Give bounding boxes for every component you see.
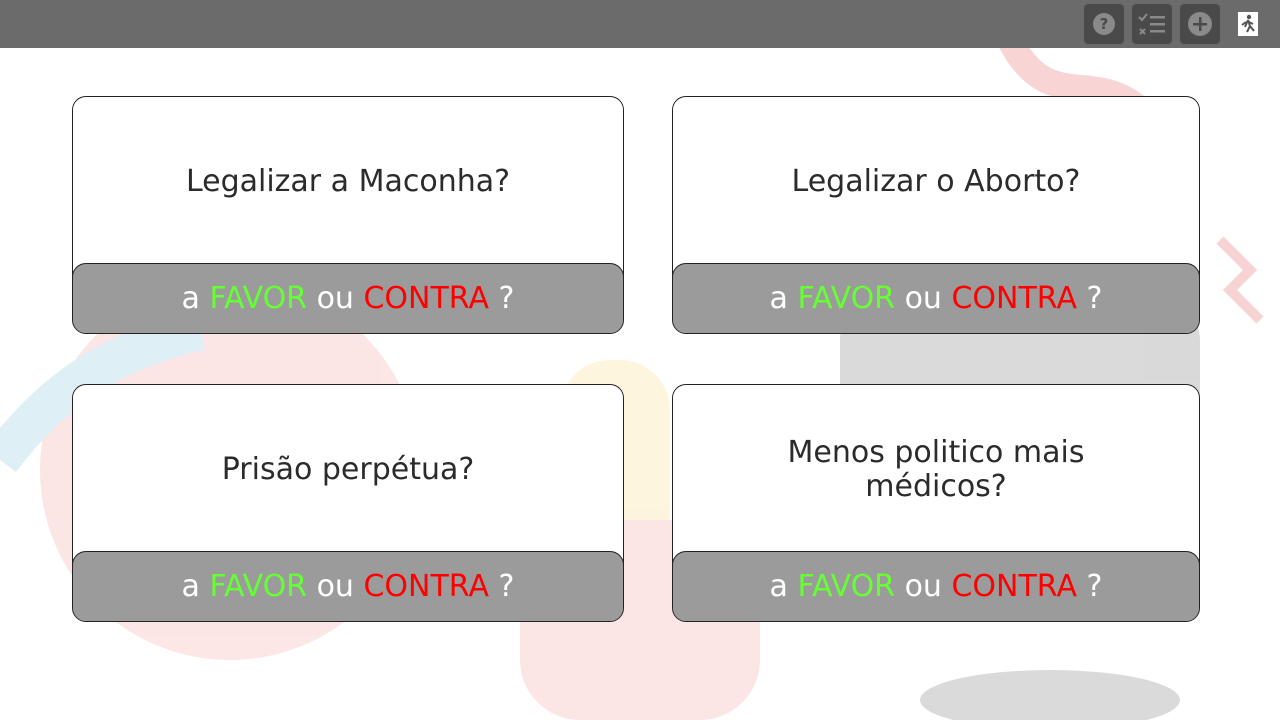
prefix-text: a (181, 281, 210, 316)
contra-text: CONTRA (363, 569, 489, 604)
favor-contra-bar[interactable]: a FAVOR ou CONTRA ? (673, 551, 1199, 621)
suffix-text: ? (1076, 281, 1103, 316)
add-button[interactable] (1180, 4, 1220, 44)
question-card-3[interactable]: Prisão perpétua? a FAVOR ou CONTRA ? (72, 384, 624, 622)
svg-text:?: ? (1100, 15, 1109, 33)
favor-text: FAVOR (209, 569, 308, 604)
favor-text: FAVOR (797, 569, 896, 604)
checklist-icon (1138, 13, 1165, 35)
contra-text: CONTRA (951, 569, 1077, 604)
middle-text: ou (307, 281, 364, 316)
question-card-1[interactable]: Legalizar a Maconha? a FAVOR ou CONTRA ? (72, 96, 624, 334)
add-icon (1188, 12, 1212, 36)
question-text: Legalizar a Maconha? (185, 164, 511, 199)
question-text: Prisão perpétua? (221, 452, 475, 487)
contra-text: CONTRA (951, 281, 1077, 316)
favor-contra-bar[interactable]: a FAVOR ou CONTRA ? (673, 263, 1199, 333)
help-icon: ? (1093, 13, 1115, 35)
question-text: Menos politico mais médicos? (787, 435, 1085, 504)
prefix-text: a (769, 281, 798, 316)
favor-contra-bar[interactable]: a FAVOR ou CONTRA ? (73, 551, 623, 621)
contra-text: CONTRA (363, 281, 489, 316)
favor-contra-bar[interactable]: a FAVOR ou CONTRA ? (73, 263, 623, 333)
middle-text: ou (895, 281, 952, 316)
exit-button[interactable] (1228, 4, 1268, 44)
prefix-text: a (181, 569, 210, 604)
exit-icon (1238, 12, 1258, 36)
question-card-4[interactable]: Menos politico mais médicos? a FAVOR ou … (672, 384, 1200, 622)
middle-text: ou (895, 569, 952, 604)
suffix-text: ? (1076, 569, 1103, 604)
suffix-text: ? (488, 281, 515, 316)
prefix-text: a (769, 569, 798, 604)
favor-text: FAVOR (209, 281, 308, 316)
question-text: Legalizar o Aborto? (791, 164, 1081, 199)
help-button[interactable]: ? (1084, 4, 1124, 44)
question-card-2[interactable]: Legalizar o Aborto? a FAVOR ou CONTRA ? (672, 96, 1200, 334)
suffix-text: ? (488, 569, 515, 604)
favor-text: FAVOR (797, 281, 896, 316)
middle-text: ou (307, 569, 364, 604)
checklist-button[interactable] (1132, 4, 1172, 44)
top-toolbar: ? (0, 0, 1280, 48)
